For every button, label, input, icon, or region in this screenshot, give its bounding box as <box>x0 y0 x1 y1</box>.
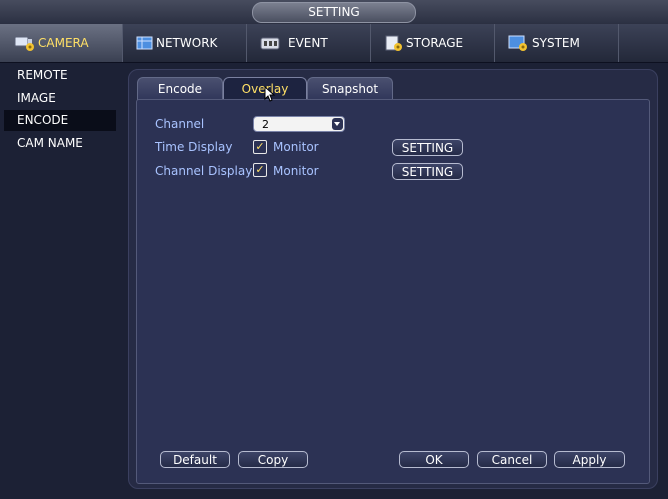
channel-display-checkbox[interactable]: ✓ <box>253 163 267 177</box>
apply-button[interactable]: Apply <box>554 451 625 468</box>
mouse-pointer-icon <box>264 86 276 102</box>
tab-snapshot[interactable]: Snapshot <box>307 77 393 100</box>
sidebar-item-remote[interactable]: REMOTE <box>4 65 116 86</box>
time-display-monitor-label: Monitor <box>273 140 319 154</box>
storage-icon <box>384 34 404 52</box>
channel-select-value: 2 <box>262 118 269 131</box>
camera-icon <box>14 34 36 52</box>
channel-display-setting-button[interactable]: SETTING <box>392 163 463 180</box>
tab-storage[interactable]: STORAGE <box>370 24 495 62</box>
copy-button[interactable]: Copy <box>238 451 308 468</box>
channel-select[interactable]: 2 <box>253 116 345 132</box>
channel-display-monitor-label: Monitor <box>273 164 319 178</box>
time-display-checkbox[interactable]: ✓ <box>253 140 267 154</box>
sidebar-item-cam-name[interactable]: CAM NAME <box>4 133 116 154</box>
tab-encode[interactable]: Encode <box>137 77 223 100</box>
main-tab-bar: CAMERA NETWORK EVENT STORAGE SYSTEM <box>0 24 668 63</box>
time-display-label: Time Display <box>155 140 233 154</box>
ok-button[interactable]: OK <box>399 451 469 468</box>
overlay-settings-area <box>136 99 650 484</box>
tab-network-label: NETWORK <box>156 36 218 50</box>
tab-system[interactable]: SYSTEM <box>494 24 619 62</box>
time-display-setting-button[interactable]: SETTING <box>392 139 463 156</box>
system-icon <box>508 34 530 52</box>
tab-camera-label: CAMERA <box>38 36 89 50</box>
channel-label: Channel <box>155 117 205 131</box>
tab-event[interactable]: EVENT <box>246 24 371 62</box>
network-icon <box>136 34 154 52</box>
tab-event-label: EVENT <box>288 36 328 50</box>
title-bar: SETTING <box>0 0 668 24</box>
channel-display-label: Channel Display <box>155 164 253 178</box>
cancel-button[interactable]: Cancel <box>477 451 547 468</box>
event-icon <box>260 34 286 52</box>
chevron-down-icon[interactable] <box>332 118 343 130</box>
default-button[interactable]: Default <box>160 451 230 468</box>
checkmark-icon: ✓ <box>255 140 265 153</box>
tab-network[interactable]: NETWORK <box>122 24 247 62</box>
sidebar: REMOTE IMAGE ENCODE CAM NAME <box>0 63 126 499</box>
tab-storage-label: STORAGE <box>406 36 464 50</box>
sidebar-item-encode[interactable]: ENCODE <box>4 110 116 131</box>
sidebar-item-image[interactable]: IMAGE <box>4 88 116 109</box>
tab-camera[interactable]: CAMERA <box>0 24 123 62</box>
checkmark-icon: ✓ <box>255 163 265 176</box>
window-title: SETTING <box>252 2 416 23</box>
tab-system-label: SYSTEM <box>532 36 580 50</box>
